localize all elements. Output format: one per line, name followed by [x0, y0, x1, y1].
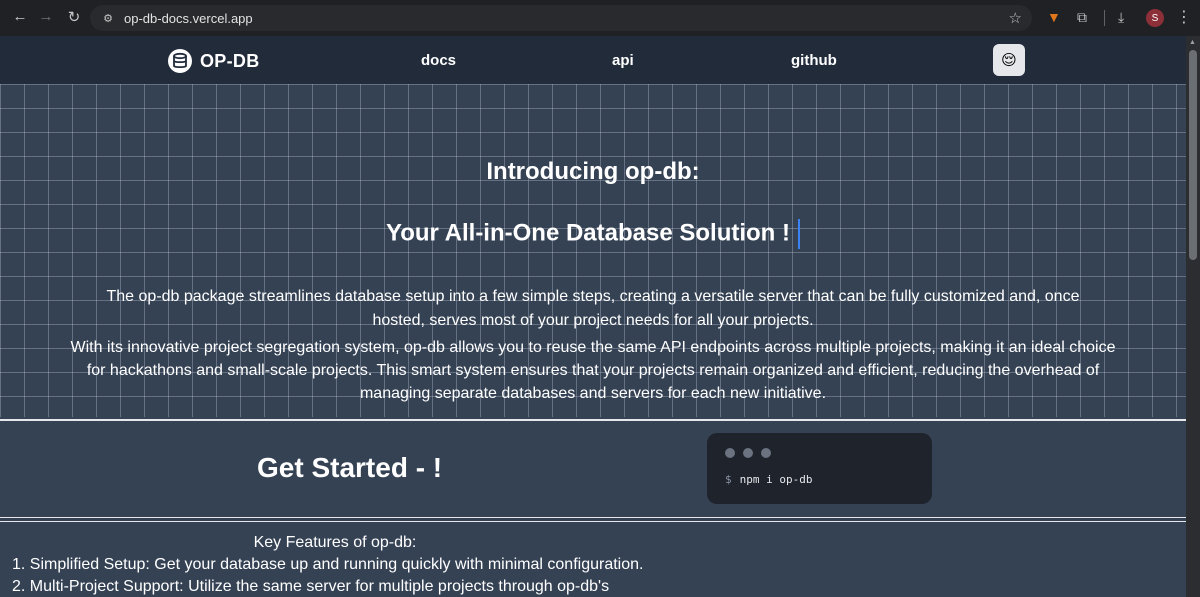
nav-link-github[interactable]: github [791, 52, 837, 69]
hero-subtitle: Your All-in-One Database Solution ! [0, 219, 1186, 249]
star-icon[interactable]: ☆ [1009, 9, 1022, 27]
terminal-dot [761, 448, 771, 458]
terminal-window: $ npm i op-db [707, 433, 932, 504]
section-divider [0, 517, 1186, 518]
menu-icon[interactable]: ⋮ [1176, 7, 1192, 27]
toolbar-divider [1104, 10, 1105, 26]
address-bar[interactable]: ⚙ op-db-docs.vercel.app ☆ [90, 5, 1032, 31]
back-icon[interactable]: ← [6, 8, 34, 25]
terminal-dot [743, 448, 753, 458]
brand-name: OP-DB [200, 50, 260, 71]
database-icon-svg [173, 52, 187, 69]
scroll-up-icon[interactable]: ▲ [1189, 39, 1196, 46]
hero-subtitle-text: Your All-in-One Database Solution ! [385, 219, 790, 247]
hero-paragraph-2: With its innovative project segregation … [70, 339, 1116, 402]
terminal-command-line[interactable]: $ npm i op-db [725, 473, 812, 486]
theme-toggle-button[interactable]: 😌 [993, 44, 1025, 76]
page-content: OP-DB docs api github 😌 Introducing op-d… [0, 36, 1186, 597]
site-info-icon[interactable]: ⚙ [100, 10, 116, 26]
page-scrollbar[interactable]: ▲ [1186, 36, 1200, 597]
nav-link-api[interactable]: api [612, 52, 634, 69]
features-title: Key Features of op-db: [253, 534, 417, 551]
scroll-thumb[interactable] [1189, 50, 1197, 260]
metamask-icon[interactable]: ▼ [1047, 9, 1061, 25]
download-icon[interactable]: ⤓ [1118, 9, 1124, 26]
feature-item: 2. Multi-Project Support: Utilize the sa… [12, 578, 610, 595]
section-divider [0, 419, 1186, 421]
feature-item: 1. Simplified Setup: Get your database u… [12, 556, 644, 573]
hero-title: Introducing op-db: [486, 158, 700, 185]
terminal-command: npm i op-db [739, 473, 813, 486]
profile-avatar[interactable]: S [1146, 9, 1164, 27]
reload-icon[interactable]: ↻ [60, 8, 88, 26]
url-text[interactable]: op-db-docs.vercel.app [124, 11, 253, 26]
database-icon [168, 49, 192, 73]
hero-section: Introducing op-db: Your All-in-One Datab… [0, 84, 1186, 417]
extensions-icon[interactable]: ⧉ [1077, 9, 1087, 26]
terminal-dot [725, 448, 735, 458]
terminal-prompt: $ [725, 473, 732, 486]
hero-paragraph-1: The op-db package streamlines database s… [106, 288, 1080, 329]
nav-link-docs[interactable]: docs [421, 52, 456, 69]
section-divider [0, 521, 1186, 522]
brand[interactable]: OP-DB [168, 49, 260, 73]
browser-toolbar: ← → ↻ ⚙ op-db-docs.vercel.app ☆ ▼ ⧉ ⤓ S … [0, 0, 1200, 36]
get-started-heading: Get Started - ! [257, 452, 443, 483]
text-caret [798, 219, 800, 249]
forward-icon[interactable]: → [32, 8, 60, 25]
emoji-icon: 😌 [1001, 52, 1017, 69]
site-navbar: OP-DB docs api github 😌 [0, 36, 1186, 84]
